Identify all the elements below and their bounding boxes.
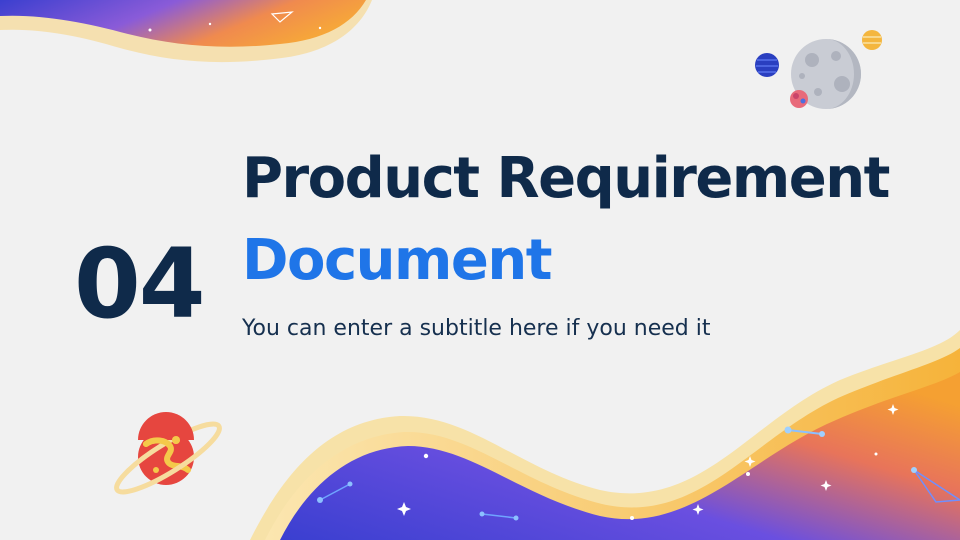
bottom-wave [250,330,960,540]
ringed-planet-icon [114,412,222,495]
slide-title-line2: Document [242,228,553,293]
planet-cluster-icon [755,30,882,109]
title-slide: 04 Product Requirement Document You can … [0,0,960,540]
slide-title-line1: Product Requirement [242,146,890,211]
section-number: 04 [74,228,206,340]
slide-subtitle: You can enter a subtitle here if you nee… [242,316,711,341]
top-left-wave [0,0,372,63]
